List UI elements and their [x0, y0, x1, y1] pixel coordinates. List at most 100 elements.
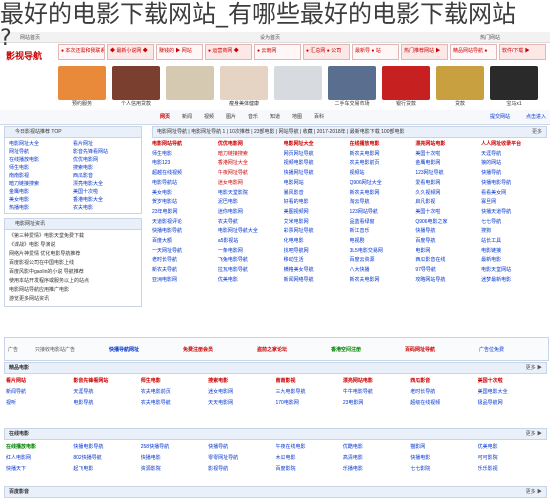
category-more-link[interactable]: 更多 ▶	[526, 429, 542, 439]
nav-link[interactable]: 新江音乐	[350, 227, 416, 236]
image-ad[interactable]: 银行贷款	[382, 66, 430, 108]
nav-link[interactable]: 电影网址大全	[284, 140, 350, 149]
nav-link[interactable]: 电影导航站	[152, 179, 218, 188]
category-more-link[interactable]: 更多 ▶	[526, 363, 542, 373]
nav-link[interactable]: a5影视站	[218, 237, 284, 246]
nav-link[interactable]: 移动生活	[284, 256, 350, 265]
nav-link[interactable]: 123网站导航	[350, 208, 416, 217]
ad-link[interactable]: 快播导航网址	[109, 346, 139, 353]
nav-link[interactable]: 迷梦最新电影	[481, 276, 547, 285]
category-link[interactable]: 西瓜影音	[410, 376, 477, 387]
main-more-link[interactable]: 更多	[532, 127, 542, 137]
banner-link[interactable]: 软件/下载 ▶	[499, 44, 546, 60]
category-link[interactable]: 在线播放电影	[6, 442, 73, 453]
hot-sites-link[interactable]: 热门网站	[480, 34, 500, 41]
search-tab[interactable]: 网页	[160, 113, 170, 120]
nav-link[interactable]: 快播导航	[415, 227, 481, 236]
nav-link[interactable]: 彩票网址导航	[284, 227, 350, 236]
site-link[interactable]: 西瓜影音	[73, 172, 137, 179]
category-link[interactable]: 天天电影网	[208, 398, 275, 409]
nav-link[interactable]: 新闻网络导航	[284, 276, 350, 285]
image-ad[interactable]: 宝马x1	[490, 66, 538, 108]
category-link[interactable]: 快播电影	[141, 453, 208, 464]
banner-link[interactable]: ◆ 最新小说网 ◆	[107, 44, 154, 60]
category-link[interactable]: 七七影院	[410, 464, 477, 475]
category-link[interactable]: 迷女电影网	[208, 387, 275, 398]
nav-link[interactable]: 西瓜影音在线	[415, 256, 481, 265]
category-link[interactable]: 快播电影导航	[73, 442, 140, 453]
nav-link[interactable]: 贺岁电影站	[152, 198, 218, 207]
nav-link[interactable]: Q906网址大全	[350, 179, 416, 188]
category-link[interactable]: 零零网址导航	[208, 453, 275, 464]
category-link[interactable]: 电影导航	[73, 398, 140, 409]
news-item[interactable]: 游览更多网站资讯	[9, 295, 137, 304]
image-ad[interactable]: 瘦身美体健康	[220, 66, 268, 108]
site-link[interactable]: 美女电影	[9, 196, 73, 203]
nav-link[interactable]: 电影网	[415, 247, 481, 256]
site-link[interactable]: 热播电影	[9, 204, 73, 211]
nav-link[interactable]: 漂亮网站电影	[415, 140, 481, 149]
site-link[interactable]: 漂亮电影大全	[73, 180, 137, 187]
set-home-link[interactable]: 设为首页	[260, 34, 280, 41]
banner-link[interactable]: ● 云南网	[254, 44, 301, 60]
nav-link[interactable]: 美图视频网	[284, 208, 350, 217]
nav-link[interactable]: 天道影视评论	[152, 218, 218, 227]
category-link[interactable]: 午夜在线电影	[276, 442, 343, 453]
banner-link[interactable]: ● 汇总网 ● 公司	[303, 44, 350, 60]
search-tab[interactable]: 音乐	[248, 113, 258, 120]
submit-site-link[interactable]: 提交网站	[490, 113, 510, 120]
category-link[interactable]: 美国十次啦	[478, 376, 545, 387]
nav-link[interactable]: 找吧导航网	[284, 247, 350, 256]
category-link[interactable]: 优美电影	[478, 442, 545, 453]
news-item[interactable]: 使用本站开发程序或服务以上的站点	[9, 277, 137, 286]
nav-link[interactable]: 新农夫电影网	[350, 276, 416, 285]
site-link[interactable]: 暗刀链接搜索	[9, 180, 73, 187]
nav-link[interactable]: 电影网站	[284, 179, 350, 188]
site-logo[interactable]: 影视导航	[6, 45, 48, 65]
ad-link[interactable]: 盗前之家论坛	[257, 346, 287, 353]
nav-link[interactable]: 视频电影导航	[284, 159, 350, 168]
ad-link[interactable]: 百码网址导航	[405, 346, 435, 353]
nav-link[interactable]: 百度大额	[152, 237, 218, 246]
site-link[interactable]: 影音先锋看网站	[73, 148, 137, 155]
category-link[interactable]: 802快播导航	[73, 453, 140, 464]
nav-link[interactable]: 美国十次啦	[415, 208, 481, 217]
category-more-link[interactable]: 更多 ▶	[526, 487, 542, 497]
banner-link[interactable]: 最新导 ● 站	[352, 44, 399, 60]
nav-link[interactable]: 新农夫导航	[152, 266, 218, 275]
category-link[interactable]: 优酷电影	[343, 442, 410, 453]
nav-link[interactable]: 百度云资源	[350, 256, 416, 265]
site-link[interactable]: 香港电影大全	[73, 196, 137, 203]
category-link[interactable]: 木瓜电影	[276, 453, 343, 464]
nav-link[interactable]: 看看美女网	[481, 189, 547, 198]
category-link[interactable]: 影视导航	[208, 464, 275, 475]
nav-link[interactable]: 新农夫电影网	[350, 150, 416, 159]
image-ad[interactable]: 个人信用贷款	[112, 66, 160, 108]
category-link[interactable]: 农夫电影导航	[141, 398, 208, 409]
nav-link[interactable]: 艾米电影网	[284, 218, 350, 227]
category-link[interactable]: 快播天下	[6, 464, 73, 475]
nav-link[interactable]: 23年电影网	[152, 208, 218, 217]
banner-link[interactable]: 赚钱的 ▶ 网站	[156, 44, 203, 60]
banner-link[interactable]: ● 本次还需和我联系	[58, 44, 105, 60]
nav-link[interactable]: 农夫电影前页	[350, 159, 416, 168]
nav-link[interactable]: 优美电影	[218, 276, 284, 285]
nav-link[interactable]: 师生电影	[152, 150, 218, 159]
category-link[interactable]: 南南影视	[276, 376, 343, 387]
image-ad[interactable]: 贷款	[436, 66, 484, 108]
news-item[interactable]: 网络片神爱情 优化电影导航推荐	[9, 250, 137, 259]
nav-link[interactable]: 天涯导航	[481, 150, 547, 159]
nav-link[interactable]: 优优电影网	[218, 140, 284, 149]
news-item[interactable]: 百度风影中gaolin的小说 导航推荐	[9, 268, 137, 277]
enter-link[interactable]: 点击进入	[526, 113, 546, 120]
category-link[interactable]: 看片网站	[6, 376, 73, 387]
category-link[interactable]: 可可影院	[478, 453, 545, 464]
site-link[interactable]: 优优电影网	[73, 156, 137, 163]
nav-link[interactable]: 老时长导航	[152, 256, 218, 265]
nav-link[interactable]: Q906电影之家	[415, 218, 481, 227]
category-link[interactable]: 170电影网	[276, 398, 343, 409]
category-link[interactable]: 资源影院	[141, 464, 208, 475]
nav-link[interactable]: 网页网址导航	[284, 150, 350, 159]
category-link[interactable]: 影音先锋看网站	[73, 376, 140, 387]
nav-link[interactable]: 快播天道导航	[481, 208, 547, 217]
